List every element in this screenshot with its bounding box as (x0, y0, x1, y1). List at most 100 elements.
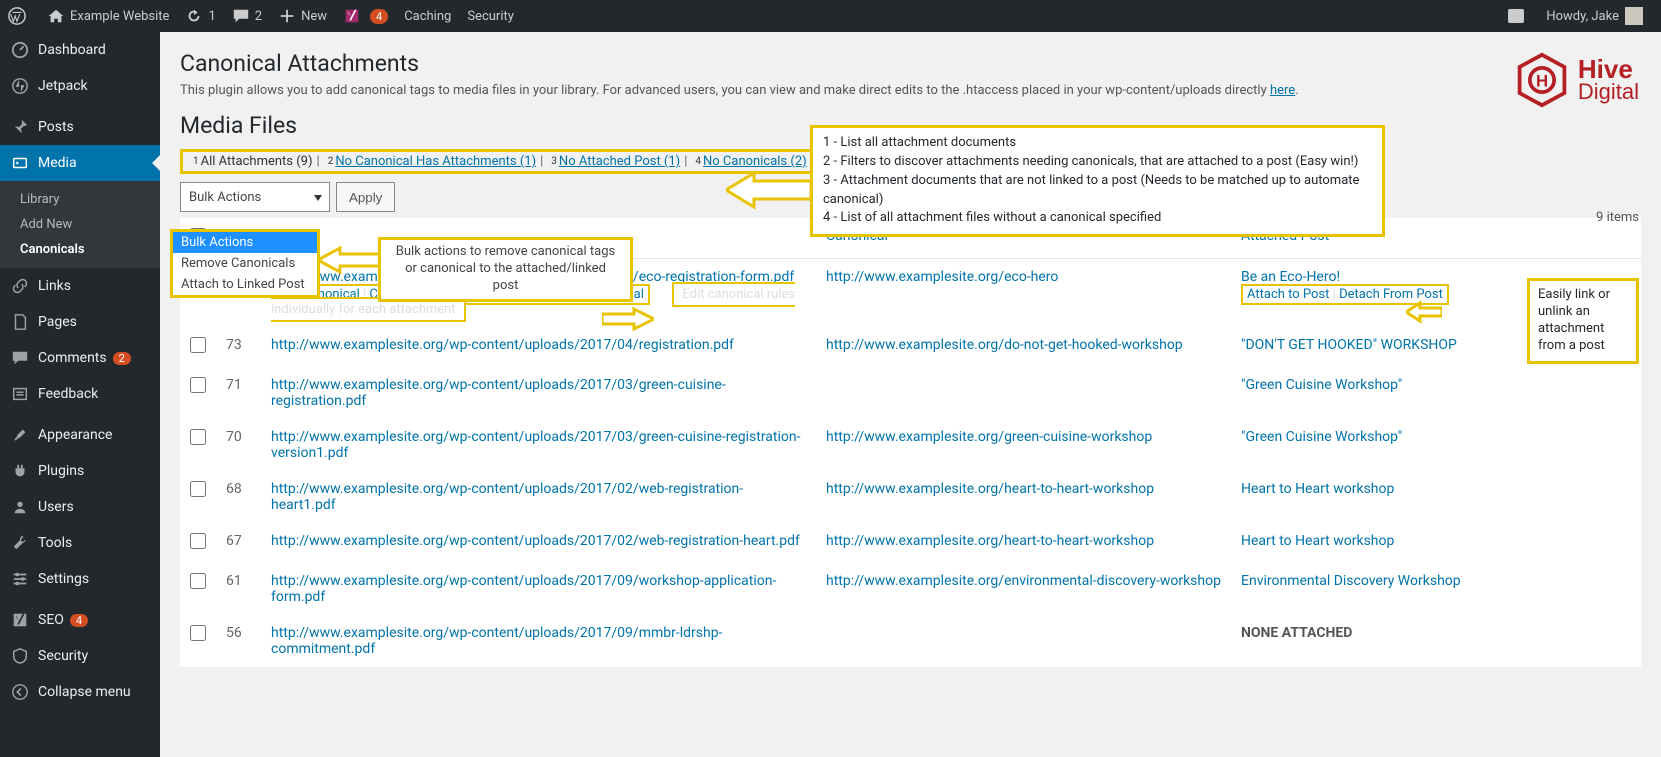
row-canonical-link[interactable]: http://www.examplesite.org/heart-to-hear… (826, 533, 1154, 549)
sidebar-item-collapse[interactable]: Collapse menu (0, 674, 160, 710)
notification-icon (1508, 9, 1524, 23)
row-canonical-link[interactable]: http://www.examplesite.org/eco-hero (826, 269, 1058, 285)
row-url-link[interactable]: http://www.examplesite.org/wp-content/up… (271, 377, 726, 409)
sidebar-item-media[interactable]: Media (0, 145, 160, 181)
admin-sidebar: Dashboard Jetpack Posts Media Library Ad… (0, 32, 160, 757)
row-attached-cell: "Green Cuisine Workshop" (1231, 419, 1641, 471)
sidebar-item-security[interactable]: Security (0, 638, 160, 674)
sidebar-subitem-library[interactable]: Library (12, 187, 160, 212)
filter-all[interactable]: All Attachments (9) (201, 154, 313, 169)
site-link[interactable]: Example Website (39, 0, 177, 32)
row-checkbox[interactable] (190, 429, 206, 445)
annot-3: 3 (551, 156, 557, 167)
security-link[interactable]: Security (459, 0, 522, 32)
sidebar-item-plugins[interactable]: Plugins (0, 453, 160, 489)
row-attached-link[interactable]: Be an Eco-Hero! (1241, 269, 1340, 285)
sidebar-item-seo[interactable]: SEO4 (0, 602, 160, 638)
table-row: 70http://www.examplesite.org/wp-content/… (180, 419, 1641, 471)
sidebar-subitem-canonicals[interactable]: Canonicals (12, 237, 160, 262)
pin-icon (10, 117, 30, 137)
row-attached-link[interactable]: "Green Cuisine Workshop" (1241, 429, 1402, 445)
legend-box: 1 - List all attachment documents 2 - Fi… (810, 125, 1385, 237)
apply-button[interactable]: Apply (336, 182, 395, 212)
dashboard-icon (10, 40, 30, 60)
sidebar-item-feedback[interactable]: Feedback (0, 376, 160, 412)
arrow-rowactions (602, 305, 654, 333)
row-attached-link[interactable]: "Green Cuisine Workshop" (1241, 377, 1402, 393)
intro-text: This plugin allows you to add canonical … (180, 83, 1641, 98)
row-canonical-cell: http://www.examplesite.org/heart-to-hear… (816, 471, 1231, 523)
feedback-icon (10, 384, 30, 404)
row-canonical-cell: http://www.examplesite.org/environmental… (816, 563, 1231, 615)
sidebar-item-dashboard[interactable]: Dashboard (0, 32, 160, 68)
row-checkbox[interactable] (190, 377, 206, 393)
filter-noattpost[interactable]: No Attached Post (1) (559, 154, 680, 169)
row-checkbox[interactable] (190, 337, 206, 353)
filter-nocan-hasattach[interactable]: No Canonical Has Attachments (1) (335, 154, 536, 169)
row-canonical-link[interactable]: http://www.examplesite.org/heart-to-hear… (826, 481, 1154, 497)
legend-line-1: 1 - List all attachment documents (823, 134, 1372, 153)
yoast-item[interactable]: 4 (335, 0, 396, 32)
sidebar-item-links[interactable]: Links (0, 268, 160, 304)
bulk-opt-attach[interactable]: Attach to Linked Post (173, 274, 317, 295)
bulk-opt-remove[interactable]: Remove Canonicals (173, 253, 317, 274)
sidebar-item-jetpack[interactable]: Jetpack (0, 68, 160, 104)
row-url-cell: http://www.examplesite.org/wp-content/up… (261, 523, 816, 563)
refresh-item[interactable]: 1 (177, 0, 223, 32)
row-canonical-link[interactable]: http://www.examplesite.org/green-cuisine… (826, 429, 1152, 445)
comments-item[interactable]: 2 (224, 0, 270, 32)
sidebar-item-comments[interactable]: Comments2 (0, 340, 160, 376)
action-attach-to-post[interactable]: Attach to Post (1247, 287, 1329, 302)
row-canonical-cell (816, 367, 1231, 419)
bulk-actions-select[interactable]: Bulk Actions (180, 182, 330, 212)
home-icon (47, 7, 65, 25)
row-attached-cell: Heart to Heart workshop (1231, 471, 1641, 523)
row-attached-link[interactable]: Environmental Discovery Workshop (1241, 573, 1461, 589)
bulk-opt-bulk[interactable]: Bulk Actions (173, 232, 317, 253)
wp-logo[interactable] (0, 0, 39, 32)
row-url-link[interactable]: http://www.examplesite.org/wp-content/up… (271, 625, 722, 657)
row-url-link[interactable]: http://www.examplesite.org/wp-content/up… (271, 337, 734, 353)
sidebar-subitem-addnew[interactable]: Add New (12, 212, 160, 237)
row-url-link[interactable]: http://www.examplesite.org/wp-content/up… (271, 429, 800, 461)
yoast-icon (343, 7, 361, 25)
avatar (1625, 7, 1643, 25)
attach-note: Easily link or unlink an attachment from… (1527, 278, 1639, 364)
notification-square[interactable] (1504, 0, 1538, 32)
sidebar-item-tools[interactable]: Tools (0, 525, 160, 561)
row-url-link[interactable]: http://www.examplesite.org/wp-content/up… (271, 573, 776, 605)
comment-icon (232, 7, 250, 25)
account-link[interactable]: Howdy, Jake (1538, 0, 1651, 32)
row-checkbox[interactable] (190, 625, 206, 641)
annot-4: 4 (695, 156, 701, 167)
row-attached-link[interactable]: Heart to Heart workshop (1241, 533, 1394, 549)
row-url-cell: http://www.examplesite.org/wp-content/up… (261, 327, 816, 367)
brush-icon (10, 425, 30, 445)
new-item[interactable]: New (270, 0, 335, 32)
sidebar-item-posts[interactable]: Posts (0, 109, 160, 145)
row-id: 67 (216, 523, 261, 563)
row-checkbox[interactable] (190, 533, 206, 549)
row-canonical-link[interactable]: http://www.examplesite.org/do-not-get-ho… (826, 337, 1183, 353)
svg-text:H: H (1536, 72, 1548, 91)
row-canonical-link[interactable]: http://www.examplesite.org/environmental… (826, 573, 1221, 589)
row-url-link[interactable]: http://www.examplesite.org/wp-content/up… (271, 533, 800, 549)
row-attached-link[interactable]: "DON'T GET HOOKED" WORKSHOP (1241, 337, 1457, 353)
intro-here-link[interactable]: here (1270, 83, 1295, 98)
link-icon (10, 276, 30, 296)
row-checkbox[interactable] (190, 481, 206, 497)
row-url-link[interactable]: http://www.examplesite.org/wp-content/up… (271, 481, 743, 513)
wrench-icon (10, 533, 30, 553)
sidebar-item-settings[interactable]: Settings (0, 561, 160, 597)
row-canonical-cell (816, 615, 1231, 667)
sidebar-item-pages[interactable]: Pages (0, 304, 160, 340)
sidebar-item-users[interactable]: Users (0, 489, 160, 525)
caching-link[interactable]: Caching (396, 0, 459, 32)
row-checkbox[interactable] (190, 573, 206, 589)
row-attached-link[interactable]: Heart to Heart workshop (1241, 481, 1394, 497)
row-id: 68 (216, 471, 261, 523)
items-count: 9 items (1596, 210, 1639, 225)
sidebar-submenu-media: Library Add New Canonicals (0, 181, 160, 268)
sidebar-item-appearance[interactable]: Appearance (0, 417, 160, 453)
row-attached-cell: NONE ATTACHED (1231, 615, 1641, 667)
